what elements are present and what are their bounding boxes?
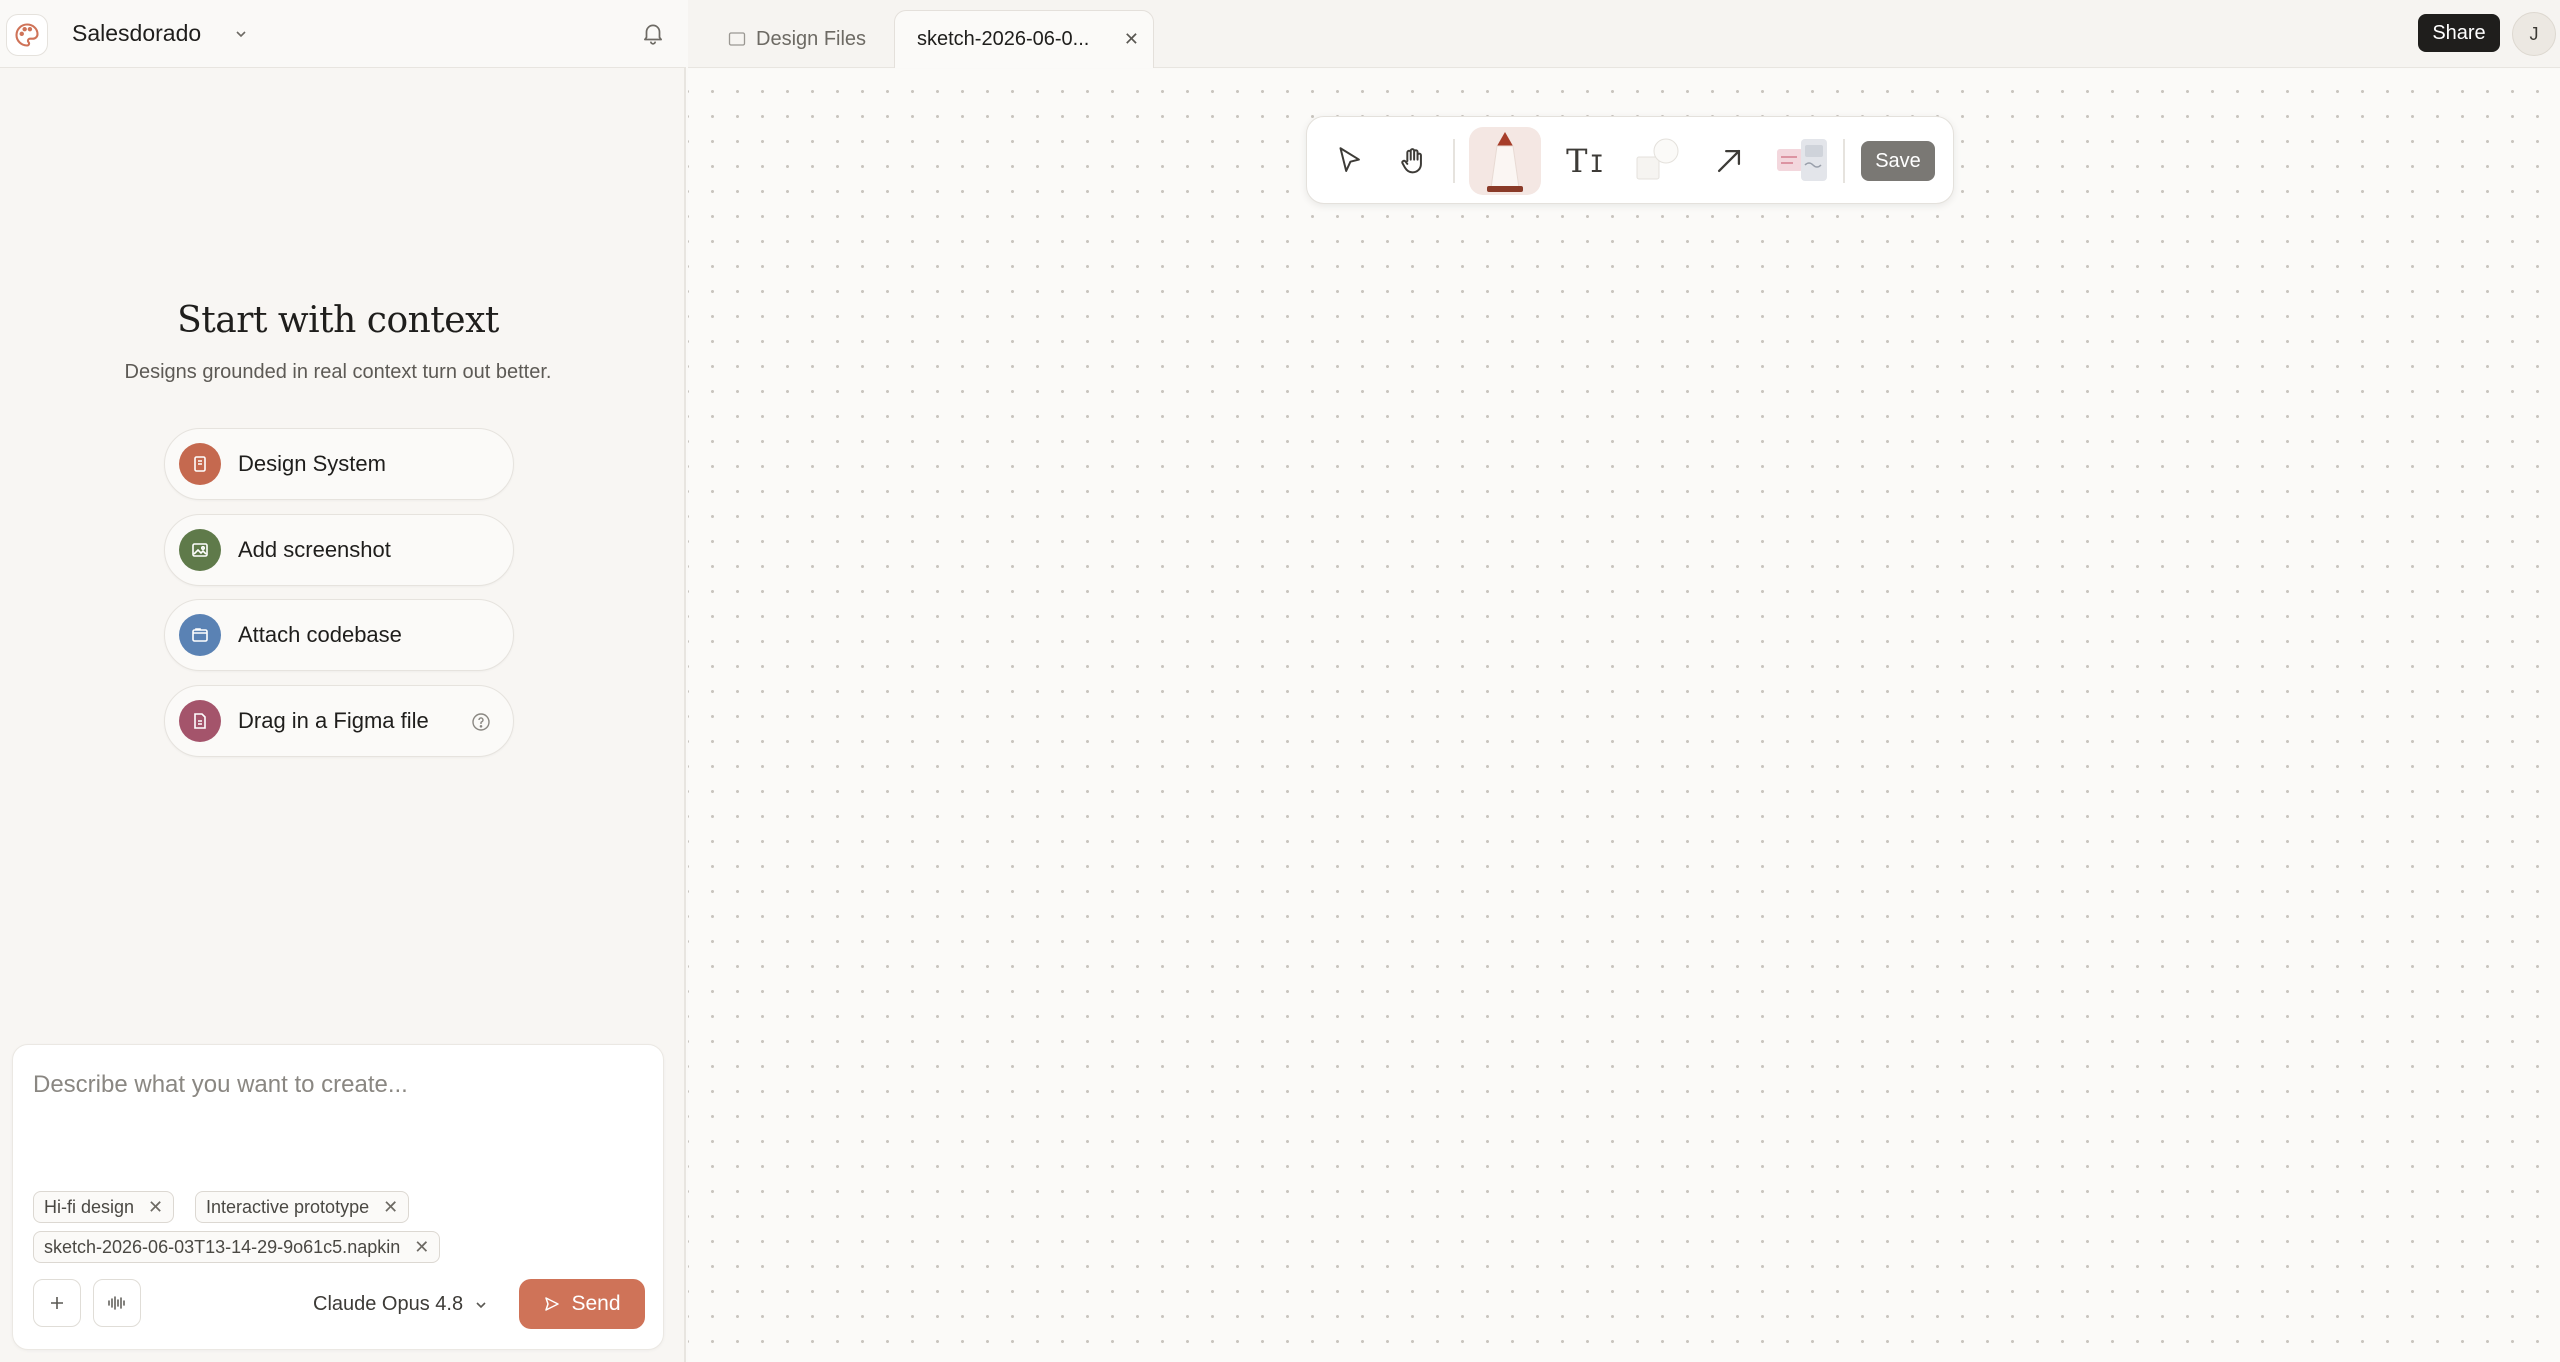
attach-codebase-button[interactable]: Attach codebase (164, 599, 514, 671)
chip-sketch-file[interactable]: sketch-2026-06-03T13-14-29-9o61c5.napkin… (33, 1231, 441, 1263)
attach-codebase-label: Attach codebase (238, 622, 402, 647)
pencil-tool[interactable] (1469, 127, 1541, 195)
project-name[interactable]: Salesdorado (72, 20, 201, 47)
figma-file-button[interactable]: Drag in a Figma file (164, 685, 514, 757)
hand-icon (1401, 148, 1422, 174)
project-header: Salesdorado (0, 0, 686, 68)
prompt-composer: Hi-fi design ✕ Interactive prototype ✕ s… (12, 1044, 664, 1350)
chip-hifi-design[interactable]: Hi-fi design ✕ (33, 1191, 175, 1223)
send-label: Send (571, 1292, 621, 1315)
add-screenshot-label: Add screenshot (238, 537, 391, 562)
chevron-down-icon (476, 1301, 486, 1308)
add-screenshot-button[interactable]: Add screenshot (164, 514, 514, 586)
close-icon[interactable]: ✕ (148, 1197, 163, 1218)
select-tool[interactable] (1319, 131, 1379, 191)
context-subtitle: Designs grounded in real context turn ou… (124, 361, 552, 383)
sticky-note-tool[interactable] (1771, 131, 1831, 191)
model-selector[interactable]: Claude Opus 4.8 (313, 1293, 489, 1316)
book-icon (179, 443, 221, 485)
chip-interactive-prototype[interactable]: Interactive prototype ✕ (195, 1191, 410, 1223)
design-system-label: Design System (238, 451, 386, 476)
close-icon[interactable]: ✕ (383, 1197, 398, 1218)
chip-label: sketch-2026-06-03T13-14-29-9o61c5.napkin (44, 1236, 401, 1257)
tab-label: Design Files (756, 27, 867, 50)
cursor-icon (1339, 147, 1360, 172)
voice-input-button[interactable] (93, 1279, 141, 1327)
chip-label: Interactive prototype (206, 1196, 370, 1217)
palette-icon[interactable] (6, 14, 48, 56)
chevron-down-icon[interactable] (233, 26, 249, 47)
text-icon: TI (1566, 142, 1604, 180)
plus-icon (51, 1297, 63, 1309)
context-title: Start with context (177, 300, 499, 341)
model-name: Claude Opus 4.8 (313, 1293, 464, 1315)
waveform-icon (108, 1296, 125, 1310)
add-attachment-button[interactable] (33, 1279, 81, 1327)
tab-sketch[interactable]: sketch-2026-06-0... ✕ (894, 10, 1154, 68)
folder-icon (728, 32, 746, 46)
tab-design-files[interactable]: Design Files (728, 10, 866, 68)
image-icon (179, 529, 221, 571)
toolbar-divider (1453, 139, 1455, 183)
send-button[interactable]: Send (519, 1279, 645, 1329)
tab-bar: Design Files sketch-2026-06-0... ✕ Share… (688, 0, 2560, 68)
hand-tool[interactable] (1383, 131, 1443, 191)
design-system-button[interactable]: Design System (164, 428, 514, 500)
context-section: Start with context Designs grounded in r… (0, 300, 676, 384)
help-icon[interactable] (471, 712, 491, 737)
sticky-note-icon (1777, 139, 1827, 181)
send-icon (545, 1297, 560, 1311)
avatar[interactable]: J (2512, 12, 2556, 56)
figma-file-label: Drag in a Figma file (238, 708, 429, 733)
close-icon[interactable]: ✕ (1124, 29, 1139, 50)
share-button[interactable]: Share (2418, 14, 2500, 52)
canvas-toolbar: TI Save (1306, 116, 1954, 204)
close-icon[interactable]: ✕ (414, 1237, 429, 1258)
pencil-icon (1487, 132, 1523, 192)
save-button[interactable]: Save (1861, 141, 1935, 181)
file-icon (179, 700, 221, 742)
tab-label: sketch-2026-06-0... (917, 28, 1090, 50)
shapes-icon (1636, 138, 1679, 180)
drawing-canvas[interactable] (688, 69, 2560, 1362)
chat-panel: Salesdorado Start with context Designs g… (0, 0, 686, 1362)
notification-bell-icon[interactable] (640, 20, 666, 51)
shape-tool[interactable] (1629, 131, 1689, 191)
arrow-tool[interactable] (1699, 131, 1759, 191)
toolbar-divider (1843, 139, 1845, 183)
prompt-input[interactable] (33, 1065, 633, 1105)
arrow-icon (1717, 149, 1741, 173)
text-tool[interactable]: TI (1555, 131, 1615, 191)
chip-label: Hi-fi design (44, 1196, 135, 1217)
folder-icon (179, 614, 221, 656)
